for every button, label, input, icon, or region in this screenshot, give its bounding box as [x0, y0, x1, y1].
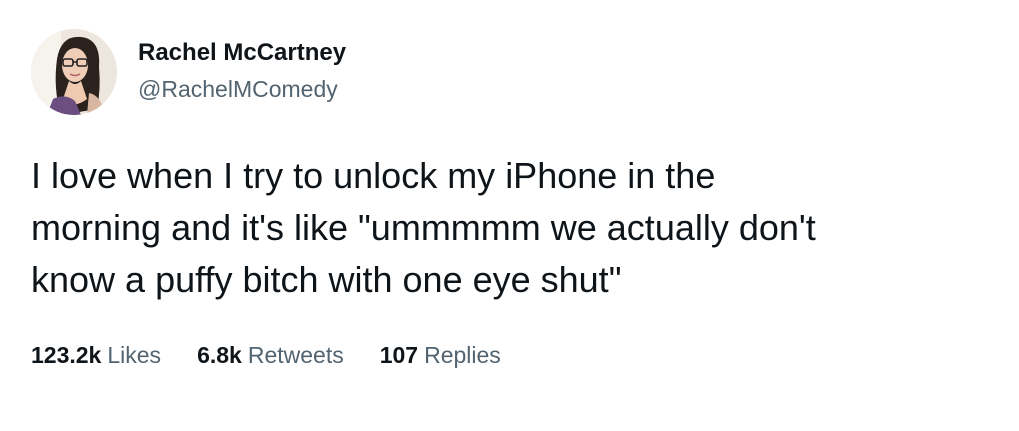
tweet-text: I love when I try to unlock my iPhone in…: [31, 155, 816, 300]
retweets-count: 6.8k: [197, 342, 242, 368]
likes-label: Likes: [107, 342, 162, 368]
likes-count: 123.2k: [31, 342, 102, 368]
tweet-stats: 123.2k Likes 6.8k Retweets 107 Replies: [31, 340, 501, 370]
author-handle[interactable]: @RachelMComedy: [138, 74, 338, 104]
retweets-stat[interactable]: 6.8k Retweets: [197, 340, 344, 370]
replies-label: Replies: [424, 342, 501, 368]
replies-count: 107: [379, 342, 419, 368]
author-display-name[interactable]: Rachel McCartney: [138, 38, 346, 68]
tweet-card: Rachel McCartney @RachelMComedy I love w…: [0, 0, 1019, 431]
profile-photo-icon: [31, 29, 117, 115]
replies-stat[interactable]: 107 Replies: [380, 340, 501, 370]
likes-stat[interactable]: 123.2k Likes: [31, 340, 161, 370]
avatar[interactable]: [31, 29, 117, 115]
retweets-label: Retweets: [247, 342, 344, 368]
